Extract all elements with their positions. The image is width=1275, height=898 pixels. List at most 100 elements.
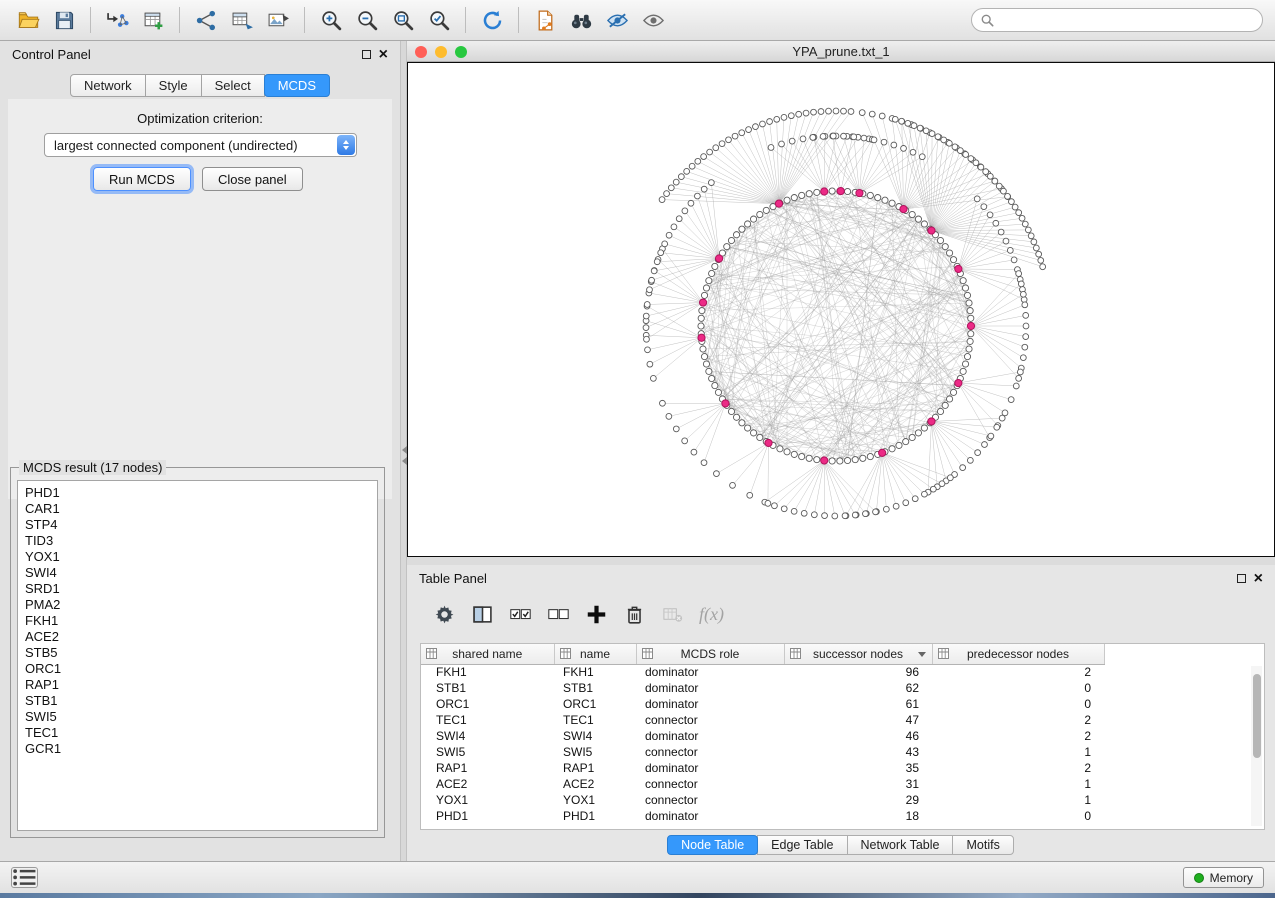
zoom-fit-icon[interactable] [387, 5, 419, 35]
search-box[interactable] [971, 8, 1263, 32]
table-row[interactable]: TEC1TEC1connector472 [421, 712, 1104, 728]
refresh-icon[interactable] [476, 5, 508, 35]
application-window: Control Panel × NetworkStyleSelectMCDS O… [0, 0, 1275, 898]
mcds-result-item[interactable]: STB1 [25, 693, 377, 709]
toolbar-separator [179, 7, 180, 33]
column-grid-icon [426, 648, 437, 659]
tab-mcds[interactable]: MCDS [264, 74, 330, 97]
tab-style[interactable]: Style [145, 74, 202, 97]
tab-motifs[interactable]: Motifs [952, 835, 1013, 855]
mcds-result-item[interactable]: CAR1 [25, 501, 377, 517]
network-window-title: YPA_prune.txt_1 [407, 44, 1275, 59]
zoom-selected-icon[interactable] [423, 5, 455, 35]
mcds-result-item[interactable]: PMA2 [25, 597, 377, 613]
mcds-result-item[interactable]: PHD1 [25, 485, 377, 501]
mcds-result-item[interactable]: YOX1 [25, 549, 377, 565]
show-panels-button[interactable] [11, 867, 38, 888]
float-panel-icon[interactable] [362, 50, 371, 59]
table-scrollbar[interactable] [1251, 666, 1262, 826]
memory-label: Memory [1210, 871, 1253, 885]
column-header-predecessor-nodes[interactable]: predecessor nodes [932, 644, 1104, 664]
close-table-panel-icon[interactable]: × [1254, 574, 1263, 584]
status-bar: Memory [0, 861, 1275, 893]
memory-button[interactable]: Memory [1183, 867, 1264, 888]
open-file-icon[interactable] [12, 5, 44, 35]
gear-icon[interactable] [427, 599, 461, 629]
toolbar-separator [465, 7, 466, 33]
tab-node-table[interactable]: Node Table [667, 835, 758, 855]
table-row[interactable]: PHD1PHD1dominator180 [421, 808, 1104, 824]
table-row[interactable]: SWI5SWI5connector431 [421, 744, 1104, 760]
toolbar-icon-group [10, 5, 671, 35]
new-network-icon[interactable] [190, 5, 222, 35]
mcds-result-item[interactable]: ACE2 [25, 629, 377, 645]
import-network-icon[interactable] [101, 5, 133, 35]
memory-status-icon [1194, 873, 1204, 883]
mcds-result-item[interactable]: STP4 [25, 517, 377, 533]
eye-icon[interactable] [637, 5, 669, 35]
mcds-result-item[interactable]: TID3 [25, 533, 377, 549]
mcds-result-list[interactable]: PHD1CAR1STP4TID3YOX1SWI4SRD1PMA2FKH1ACE2… [17, 480, 378, 831]
mcds-result-item[interactable]: SRD1 [25, 581, 377, 597]
import-table-icon[interactable] [137, 5, 169, 35]
deselect-all-icon[interactable] [541, 599, 575, 629]
export-document-icon[interactable] [529, 5, 561, 35]
mcds-result-item[interactable]: ORC1 [25, 661, 377, 677]
column-header-MCDS-role[interactable]: MCDS role [636, 644, 784, 664]
delete-row-icon[interactable] [617, 599, 651, 629]
columns-icon[interactable] [465, 599, 499, 629]
float-table-panel-icon[interactable] [1237, 574, 1246, 583]
network-graph[interactable] [408, 63, 1274, 556]
mcds-result-item[interactable]: SWI4 [25, 565, 377, 581]
mcds-result-group-title: MCDS result (17 nodes) [19, 460, 166, 475]
eye-slash-icon[interactable] [601, 5, 633, 35]
table-row[interactable]: YOX1YOX1connector291 [421, 792, 1104, 808]
close-panel-button[interactable]: Close panel [202, 167, 303, 191]
column-header-shared-name[interactable]: shared name [421, 644, 554, 664]
dropdown-arrows-icon [337, 135, 355, 155]
function-builder-icon[interactable]: f(x) [699, 604, 724, 625]
column-header-name[interactable]: name [554, 644, 636, 664]
close-panel-icon[interactable]: × [379, 50, 388, 60]
criterion-select[interactable]: largest connected component (undirected) [44, 133, 357, 157]
tab-network[interactable]: Network [70, 74, 146, 97]
tab-select[interactable]: Select [201, 74, 265, 97]
zoom-out-icon[interactable] [351, 5, 383, 35]
table-row[interactable]: FKH1FKH1dominator962 [421, 664, 1104, 680]
tab-edge-table[interactable]: Edge Table [757, 835, 847, 855]
mcds-result-item[interactable]: GCR1 [25, 741, 377, 757]
horizontal-splitter[interactable] [407, 557, 1275, 565]
column-header-successor-nodes[interactable]: successor nodes [784, 644, 932, 664]
table-row[interactable]: STB1STB1dominator620 [421, 680, 1104, 696]
mcds-result-item[interactable]: RAP1 [25, 677, 377, 693]
select-all-icon[interactable] [503, 599, 537, 629]
table-row[interactable]: ORC1ORC1dominator610 [421, 696, 1104, 712]
clear-formula-icon[interactable] [655, 599, 689, 629]
toolbar-separator [304, 7, 305, 33]
network-table-icon[interactable] [226, 5, 258, 35]
find-icon[interactable] [565, 5, 597, 35]
vertical-splitter[interactable] [400, 41, 407, 861]
add-row-icon[interactable] [579, 599, 613, 629]
table-row[interactable]: ACE2ACE2connector311 [421, 776, 1104, 792]
table-row[interactable]: RAP1RAP1dominator352 [421, 760, 1104, 776]
export-image-icon[interactable] [262, 5, 294, 35]
scrollbar-thumb[interactable] [1253, 674, 1261, 758]
tab-network-table[interactable]: Network Table [847, 835, 954, 855]
table-row[interactable]: SWI4SWI4dominator462 [421, 728, 1104, 744]
table-toolbar: f(x) [407, 589, 1275, 639]
mcds-result-item[interactable]: STB5 [25, 645, 377, 661]
search-input[interactable] [1000, 13, 1253, 27]
criterion-selected-value: largest connected component (undirected) [54, 138, 337, 153]
sort-arrow-icon[interactable] [918, 652, 926, 657]
table-panel-title: Table Panel [419, 571, 1237, 586]
control-panel-tabbar: NetworkStyleSelectMCDS [0, 74, 400, 97]
mcds-result-item[interactable]: SWI5 [25, 709, 377, 725]
run-mcds-button[interactable]: Run MCDS [93, 167, 191, 191]
table-panel: Table Panel × f(x) shared namenameMCDS r… [407, 565, 1275, 861]
mcds-result-item[interactable]: TEC1 [25, 725, 377, 741]
zoom-in-icon[interactable] [315, 5, 347, 35]
control-panel: Control Panel × NetworkStyleSelectMCDS O… [0, 41, 400, 861]
mcds-result-item[interactable]: FKH1 [25, 613, 377, 629]
save-icon[interactable] [48, 5, 80, 35]
